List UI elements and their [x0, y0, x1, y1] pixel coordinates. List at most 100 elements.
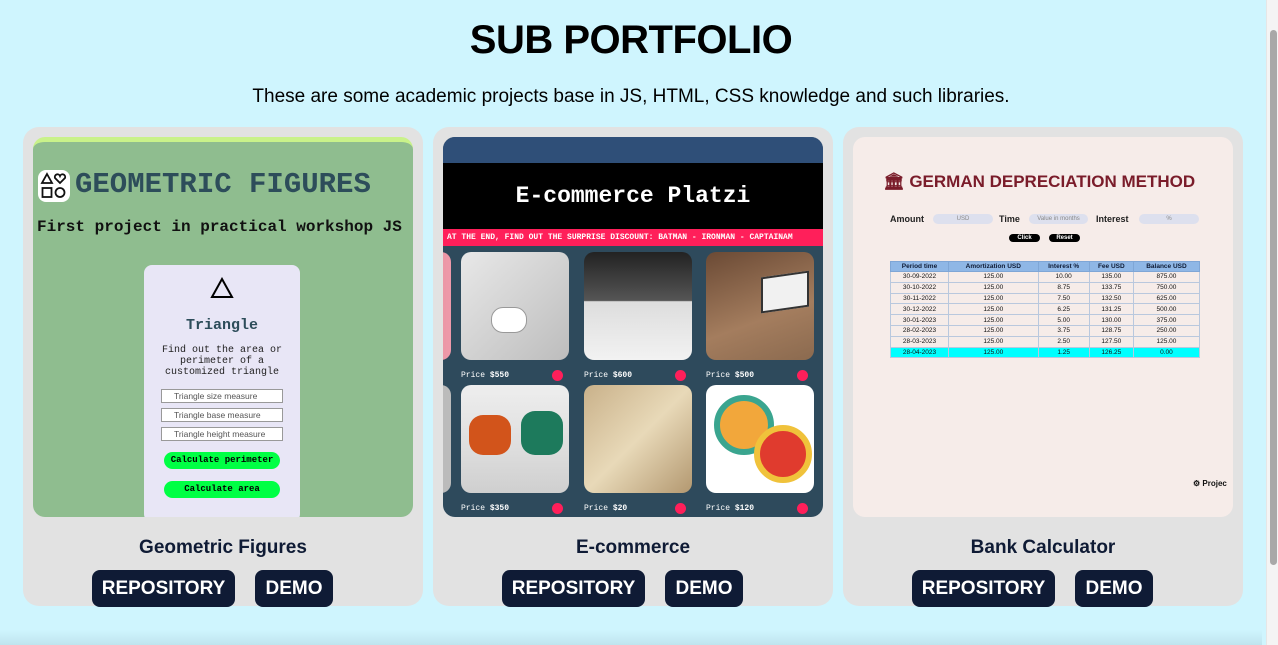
bank-icon: 🏛 — [883, 172, 905, 191]
table-cell: 125.00 — [948, 292, 1039, 305]
table-cell: 30-09-2022 — [890, 271, 949, 283]
click-button: Click — [1009, 234, 1040, 242]
calc-area-button: Calculate area — [164, 481, 280, 498]
repository-button[interactable]: REPOSITORY — [92, 570, 235, 607]
triangle-size-input: Triangle size measure — [161, 389, 283, 403]
table-cell: 30-01-2023 — [890, 314, 949, 326]
robot-icon: ⚙ — [1193, 479, 1201, 488]
table-cell: 8.75 — [1037, 281, 1090, 294]
table-header: Interest % — [1037, 261, 1090, 272]
shapes-icon — [38, 170, 70, 202]
table-cell: 625.00 — [1132, 292, 1201, 305]
table-header: Amortization USD — [948, 261, 1039, 272]
table-cell: 750.00 — [1132, 281, 1201, 294]
table-cell: 875.00 — [1132, 271, 1201, 283]
cart-icon — [552, 503, 563, 514]
table-row: 30-01-2023 125.00 5.00 130.00 375.00 — [890, 314, 1201, 326]
table-cell: 30-10-2022 — [890, 281, 949, 294]
table-cell: 6.25 — [1037, 303, 1090, 316]
table-cell: 127.50 — [1088, 335, 1134, 348]
table-cell: 5.00 — [1037, 314, 1090, 326]
table-cell: 125.00 — [1132, 335, 1201, 348]
project-card-bank-calculator: 🏛 GERMAN DEPRECIATION METHOD Amount USD … — [843, 127, 1243, 607]
table-cell: 130.00 — [1088, 314, 1134, 326]
table-cell: 126.25 — [1088, 346, 1134, 359]
demo-button[interactable]: DEMO — [665, 570, 743, 607]
preview-top-band — [443, 137, 823, 163]
table-cell: 30-11-2022 — [890, 292, 949, 305]
scrollbar-thumb[interactable] — [1270, 30, 1277, 565]
product-image — [461, 252, 569, 360]
product-price: $500 — [734, 371, 755, 380]
product-image — [443, 252, 451, 360]
panel-title: Triangle — [185, 317, 258, 334]
price-label: Price — [706, 371, 731, 380]
table-row: 30-12-2022 125.00 6.25 131.25 500.00 — [890, 303, 1201, 316]
triangle-icon — [210, 277, 234, 298]
table-row: 28-04-2023 125.00 1.25 126.25 0.00 — [890, 346, 1201, 359]
product-image — [584, 385, 692, 493]
product-price: $550 — [489, 371, 510, 380]
product-image — [706, 385, 814, 493]
page-bottom-shadow — [0, 630, 1262, 645]
table-cell: 500.00 — [1132, 303, 1201, 316]
page-subtitle: These are some academic projects base in… — [252, 86, 1010, 107]
interest-label: Interest — [1096, 214, 1129, 224]
table-cell: 125.00 — [948, 346, 1039, 359]
product-price: $350 — [489, 504, 510, 513]
product-price: $20 — [612, 504, 628, 513]
preview-heading: E-commerce Platzi — [443, 163, 823, 229]
table-cell: 125.00 — [948, 303, 1039, 316]
repository-button[interactable]: REPOSITORY — [502, 570, 645, 607]
table-cell: 125.00 — [948, 271, 1039, 283]
table-cell: 131.25 — [1088, 303, 1134, 316]
table-cell: 10.00 — [1037, 271, 1090, 283]
project-footer-link: ⚙ Projec — [1193, 479, 1227, 488]
cart-icon — [797, 370, 808, 381]
demo-button[interactable]: DEMO — [255, 570, 333, 607]
table-cell: 28-03-2023 — [890, 335, 949, 348]
price-label: Price — [584, 504, 609, 513]
project-name: Bank Calculator — [970, 537, 1116, 558]
amount-input: USD — [933, 214, 993, 224]
cart-icon — [797, 503, 808, 514]
vertical-scrollbar[interactable] — [1266, 0, 1278, 645]
amount-label: Amount — [890, 214, 924, 224]
cart-icon — [552, 370, 563, 381]
table-row: 30-10-2022 125.00 8.75 133.75 750.00 — [890, 281, 1201, 294]
table-cell: 2.50 — [1037, 335, 1090, 348]
table-cell: 133.75 — [1088, 281, 1134, 294]
table-cell: 132.50 — [1088, 292, 1134, 305]
table-cell: 0.00 — [1132, 346, 1201, 359]
table-header: Fee USD — [1088, 261, 1134, 272]
triangle-height-input: Triangle height measure — [161, 427, 283, 441]
table-cell: 135.00 — [1088, 271, 1134, 283]
table-cell: 128.75 — [1088, 324, 1134, 337]
project-preview-image: E-commerce Platzi AT THE END, FIND OUT T… — [443, 137, 823, 517]
calc-perimeter-button: Calculate perimeter — [164, 452, 280, 469]
product-image — [461, 385, 569, 493]
table-header: Period time — [890, 261, 949, 272]
repository-button[interactable]: REPOSITORY — [912, 570, 1055, 607]
table-cell: 375.00 — [1132, 314, 1201, 326]
table-cell: 3.75 — [1037, 324, 1090, 337]
demo-button[interactable]: DEMO — [1075, 570, 1153, 607]
project-preview-image: 🏛 GERMAN DEPRECIATION METHOD Amount USD … — [853, 137, 1233, 517]
time-input: Value in months — [1029, 214, 1088, 224]
table-cell: 250.00 — [1132, 324, 1201, 337]
price-label: Price — [706, 504, 731, 513]
table-cell: 125.00 — [948, 314, 1039, 326]
table-cell: 7.50 — [1037, 292, 1090, 305]
table-row: 30-09-2022 125.00 10.00 135.00 875.00 — [890, 271, 1201, 283]
table-cell: 28-04-2023 — [890, 346, 949, 359]
table-cell: 1.25 — [1037, 346, 1090, 359]
product-image — [706, 252, 814, 360]
project-preview-image: GEOMETRIC FIGURES First project in pract… — [33, 137, 413, 517]
preview-heading: 🏛 GERMAN DEPRECIATION METHOD — [883, 172, 1196, 191]
table-row: 28-03-2023 125.00 2.50 127.50 125.00 — [890, 335, 1201, 348]
preview-heading: GEOMETRIC FIGURES — [75, 168, 371, 201]
project-card-geometric-figures: GEOMETRIC FIGURES First project in pract… — [23, 127, 423, 607]
preview-subheading: First project in practical workshop JS — [37, 218, 402, 236]
price-label: Price — [461, 371, 486, 380]
table-header: Balance USD — [1132, 261, 1201, 272]
